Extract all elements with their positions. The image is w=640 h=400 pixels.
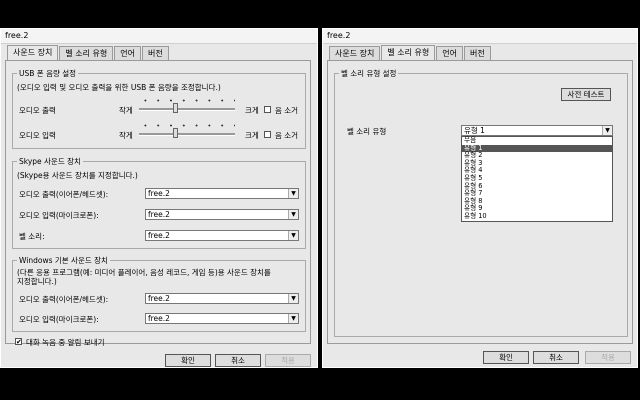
- select-value: free.2: [148, 294, 170, 303]
- ringtone-type-select[interactable]: 유형 1 ▼: [461, 125, 613, 136]
- ringtone-option[interactable]: 유형 2: [462, 152, 612, 160]
- windows-audio-input-label: 오디오 입력(마이크로폰):: [19, 315, 99, 324]
- left-tab-panel: USB 폰 음량 설정 (오디오 입력 및 오디오 출력을 위한 USB 폰 음…: [5, 60, 311, 347]
- apply-button[interactable]: 적용: [265, 354, 311, 367]
- slider-ticks: [139, 99, 235, 102]
- audio-input-low-label: 작게: [119, 131, 133, 140]
- ringtone-option[interactable]: 유형 7: [462, 190, 612, 198]
- left-dialog-window: free.2 사운드 장치 벨 소리 유형 언어 버전 USB 폰 음량 설정 …: [0, 28, 318, 368]
- ringtone-option[interactable]: 유형 10: [462, 212, 612, 221]
- select-value: free.2: [148, 314, 170, 323]
- slider-thumb[interactable]: [172, 128, 178, 138]
- skype-group-description: (Skype용 사운드 장치를 지정합니다.): [17, 171, 138, 180]
- audio-output-volume-label: 오디오 출력: [19, 106, 56, 115]
- ringtone-option[interactable]: 유형 5: [462, 174, 612, 183]
- skype-group-title: Skype 사운드 장치: [17, 156, 83, 167]
- chevron-down-icon[interactable]: ▼: [288, 210, 298, 219]
- tab-sound-device[interactable]: 사운드 장치: [329, 46, 381, 60]
- cancel-button[interactable]: 취소: [533, 351, 579, 364]
- usb-group-title: USB 폰 음량 설정: [17, 68, 79, 79]
- record-notify-checkbox[interactable]: ✔: [15, 338, 22, 346]
- ringtone-type-dropdown-list[interactable]: 무음 유형 1 유형 2 유형 3 유형 4 유형 5 유형 6 유형 7 유형…: [461, 136, 613, 222]
- chevron-down-icon[interactable]: ▼: [288, 314, 298, 323]
- right-tab-panel: 벨 소리 유형 설정 사전 테스트 벨 소리 유형 유형 1 ▼ 무음 유형 1…: [327, 60, 633, 344]
- ringtone-option-selected[interactable]: 유형 1: [462, 144, 612, 153]
- audio-input-mute-checkbox[interactable]: [264, 131, 271, 138]
- ringtone-option[interactable]: 유형 3: [462, 159, 612, 168]
- ok-button[interactable]: 확인: [483, 351, 529, 364]
- tab-ringtone-type[interactable]: 벨 소리 유형: [59, 46, 114, 60]
- ringtone-settings-group: 벨 소리 유형 설정 사전 테스트 벨 소리 유형 유형 1 ▼ 무음 유형 1…: [334, 68, 628, 337]
- right-tab-strip: 사운드 장치 벨 소리 유형 언어 버전: [329, 45, 492, 61]
- windows-audio-output-select[interactable]: free.2 ▼: [145, 293, 299, 304]
- skype-audio-output-select[interactable]: free.2 ▼: [145, 188, 299, 199]
- audio-output-mute-checkbox[interactable]: [264, 106, 271, 113]
- select-value: 유형 1: [464, 126, 485, 135]
- audio-output-mute-label: 음 소거: [275, 106, 299, 115]
- preview-test-button[interactable]: 사전 테스트: [561, 88, 611, 101]
- audio-input-volume-slider[interactable]: [139, 124, 235, 138]
- skype-audio-output-label: 오디오 출력(이어폰/헤드셋):: [19, 190, 109, 199]
- slider-thumb[interactable]: [172, 103, 178, 113]
- slider-track: [139, 108, 235, 111]
- tab-sound-device[interactable]: 사운드 장치: [7, 45, 59, 61]
- slider-ticks: [139, 124, 235, 127]
- chevron-down-icon[interactable]: ▼: [288, 189, 298, 198]
- audio-output-low-label: 작게: [119, 106, 133, 115]
- chevron-down-icon[interactable]: ▼: [602, 126, 612, 135]
- windows-audio-output-label: 오디오 출력(이어폰/헤드셋):: [19, 295, 109, 304]
- ringtone-group-title: 벨 소리 유형 설정: [339, 68, 399, 79]
- select-value: free.2: [148, 231, 170, 240]
- skype-ringtone-select[interactable]: free.2 ▼: [145, 230, 299, 241]
- audio-input-volume-label: 오디오 입력: [19, 131, 56, 140]
- tab-ringtone-type[interactable]: 벨 소리 유형: [381, 45, 436, 61]
- ringtone-option[interactable]: 무음: [462, 136, 612, 145]
- windows-group-title: Windows 기본 사운드 장치: [17, 255, 110, 266]
- chevron-down-icon[interactable]: ▼: [288, 231, 298, 240]
- skype-audio-input-label: 오디오 입력(마이크로폰):: [19, 211, 99, 220]
- audio-output-volume-slider[interactable]: [139, 99, 235, 113]
- tab-language[interactable]: 언어: [436, 46, 463, 60]
- right-title-bar: free.2: [323, 29, 637, 44]
- tab-version[interactable]: 버전: [141, 46, 169, 60]
- apply-button[interactable]: 적용: [585, 351, 631, 364]
- select-value: free.2: [148, 210, 170, 219]
- ringtone-type-label: 벨 소리 유형: [347, 127, 387, 136]
- windows-sound-group: Windows 기본 사운드 장치 (다른 응용 프로그램(예: 미디어 플레이…: [12, 255, 306, 332]
- slider-track: [139, 133, 235, 136]
- audio-input-mute-label: 음 소거: [275, 131, 299, 140]
- usb-volume-group: USB 폰 음량 설정 (오디오 입력 및 오디오 출력을 위한 USB 폰 음…: [12, 68, 306, 149]
- audio-output-high-label: 크게: [245, 106, 259, 115]
- skype-ringtone-label: 벨 소리:: [19, 232, 45, 241]
- left-tab-strip: 사운드 장치 벨 소리 유형 언어 버전: [7, 45, 170, 61]
- ringtone-option[interactable]: 유형 8: [462, 197, 612, 206]
- record-notify-label: 대화 녹음 중 알림 보내기: [26, 338, 105, 347]
- tab-language[interactable]: 언어: [114, 46, 141, 60]
- tab-version[interactable]: 버전: [463, 46, 491, 60]
- windows-group-description-line2: 지정합니다.): [17, 277, 57, 286]
- ringtone-option[interactable]: 유형 4: [462, 167, 612, 175]
- chevron-down-icon[interactable]: ▼: [288, 294, 298, 303]
- left-title-bar: free.2: [1, 29, 317, 44]
- right-dialog-window: free.2 사운드 장치 벨 소리 유형 언어 버전 벨 소리 유형 설정 사…: [322, 28, 638, 368]
- select-value: free.2: [148, 189, 170, 198]
- usb-group-description: (오디오 입력 및 오디오 출력을 위한 USB 폰 음량을 조정합니다.): [17, 83, 221, 92]
- skype-sound-group: Skype 사운드 장치 (Skype용 사운드 장치를 지정합니다.) 오디오…: [12, 156, 306, 249]
- windows-audio-input-select[interactable]: free.2 ▼: [145, 313, 299, 324]
- skype-audio-input-select[interactable]: free.2 ▼: [145, 209, 299, 220]
- ok-button[interactable]: 확인: [165, 354, 211, 367]
- ringtone-option[interactable]: 유형 6: [462, 182, 612, 191]
- audio-input-high-label: 크게: [245, 131, 259, 140]
- cancel-button[interactable]: 취소: [215, 354, 261, 367]
